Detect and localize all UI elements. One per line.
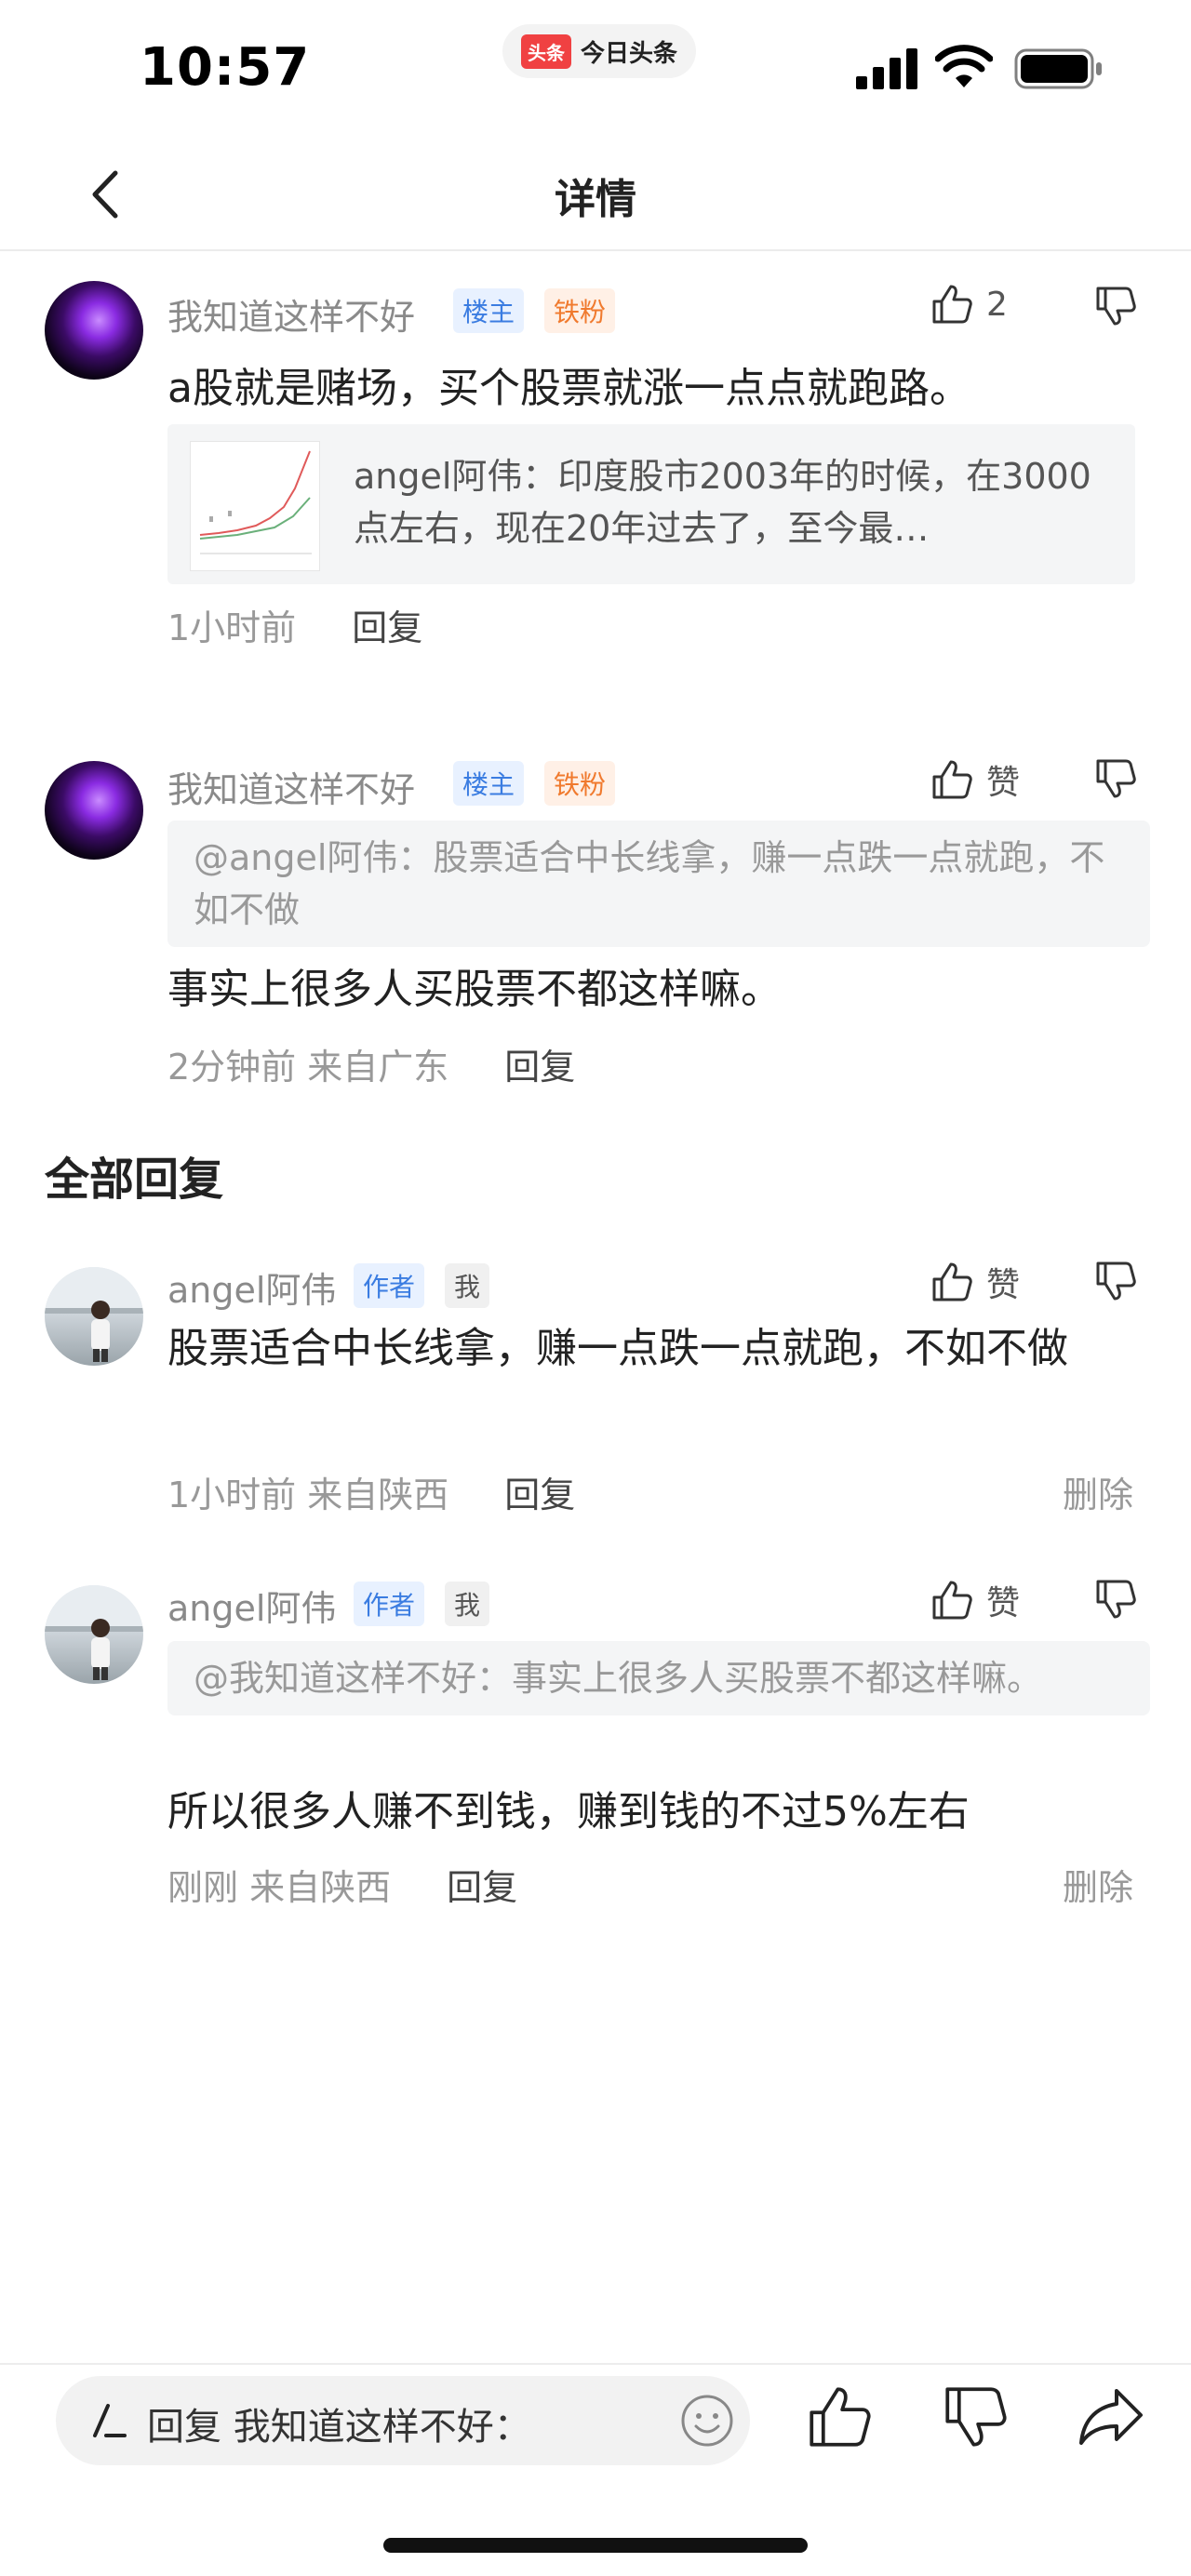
pen-icon [93,2404,127,2437]
person-avatar-icon [45,1267,143,1362]
like-label: 赞 [986,764,1021,802]
repost-thumbnail [190,441,320,571]
like-button[interactable]: 赞 [930,755,1020,804]
comment-text: 事实上很多人买股票不都这样嘛。 [167,966,782,1013]
reply-button[interactable]: 回复 [504,1466,575,1517]
repost-text: angel阿伟：印度股市2003年的时候，在3000点左右，现在20年过去了，至… [354,456,1091,549]
comment-time: 刚刚 来自陕西 [167,1867,392,1908]
battery-icon [1014,48,1102,89]
reply-button[interactable]: 回复 [504,1038,575,1089]
share-icon[interactable] [1076,2383,1146,2450]
wifi-icon [935,45,993,87]
home-indicator[interactable] [383,2538,808,2553]
chart-thumbnail-icon [199,450,312,554]
repost-card[interactable]: angel阿伟：印度股市2003年的时候，在3000点左右，现在20年过去了，至… [167,424,1135,584]
comment-username[interactable]: 我知道这样不好 [167,288,415,340]
thumbs-down-icon[interactable] [1094,285,1137,327]
fan-tag: 铁粉 [544,288,616,333]
author-tag: 作者 [354,1263,425,1308]
like-button[interactable]: 赞 [930,1576,1020,1624]
author-tag: 作者 [354,1582,425,1626]
app-badge: 头条 [521,33,571,69]
comment-time: 2分钟前 来自广东 [167,1047,449,1088]
like-article-icon[interactable] [806,2383,873,2450]
quoted-comment: @我知道这样不好：事实上很多人买股票不都这样嘛。 [167,1641,1150,1715]
comment-meta: 1小时前 回复 [167,599,422,650]
cellular-signal-icon [856,48,917,89]
avatar[interactable] [45,1585,143,1684]
thumbs-up-icon [932,1581,972,1620]
delete-button[interactable]: 删除 [1063,1466,1133,1517]
like-button[interactable]: 赞 [930,1258,1020,1306]
me-tag: 我 [445,1582,490,1626]
reply-input[interactable]: 回复 我知道这样不好： [56,2376,750,2465]
reply-button[interactable]: 回复 [447,1859,517,1910]
reply-item: angel阿伟 作者 我 赞 股票适合中长线拿，赚一点跌一点就跑，不如不做 1小… [0,1237,1191,1554]
like-count: 2 [986,285,1008,324]
page-title: 详情 [555,176,636,223]
top-comment: 我知道这样不好 楼主 铁粉 2 a股就是赌场，买个股票就涨一点点就跑路。 ang… [0,251,1191,679]
avatar[interactable] [45,1267,143,1366]
comment-time: 1小时前 来自陕西 [167,1475,449,1515]
thumbs-up-icon [932,1262,972,1301]
like-label: 赞 [986,1584,1021,1622]
like-button[interactable]: 2 [930,283,1008,326]
comment-meta: 2分钟前 来自广东 回复 [167,1038,575,1089]
comment-meta: 1小时前 来自陕西 回复 删除 [167,1466,1135,1517]
section-title: 全部回复 [45,1154,224,1206]
avatar[interactable] [45,281,143,380]
app-name: 今日头条 [581,39,678,68]
comment-meta: 刚刚 来自陕西 回复 删除 [167,1859,1135,1910]
avatar[interactable] [45,761,143,860]
owner-tag: 楼主 [453,288,525,333]
thumbs-down-icon[interactable] [1094,757,1137,800]
reply-item: angel阿伟 作者 我 赞 @我知道这样不好：事实上很多人买股票不都这样嘛。 … [0,1555,1191,1928]
comment-time: 1小时前 [167,607,297,648]
thumbs-down-icon[interactable] [1094,1260,1137,1302]
like-label: 赞 [986,1266,1021,1304]
thumbs-down-icon[interactable] [1094,1578,1137,1621]
status-time: 10:57 [140,37,311,98]
me-tag: 我 [445,1263,490,1308]
owner-tag: 楼主 [453,761,525,806]
emoji-icon[interactable] [679,2393,735,2449]
reply-placeholder: 回复 我知道这样不好： [147,2406,531,2449]
comment-text: 所以很多人赚不到钱，赚到钱的不过5%左右 [167,1788,970,1835]
thumbs-up-icon [932,285,972,324]
reply-button[interactable]: 回复 [352,599,422,650]
person-avatar-icon [45,1585,143,1680]
status-bar: 10:57 头条 今日头条 [0,0,1191,140]
nav-bar: 详情 [0,140,1191,251]
app-indicator-pill[interactable]: 头条 今日头条 [502,24,697,78]
comment-username[interactable]: angel阿伟 [167,1580,336,1631]
delete-button[interactable]: 删除 [1063,1859,1133,1910]
dislike-article-icon[interactable] [942,2383,1009,2450]
comment-text: 股票适合中长线拿，赚一点跌一点就跑，不如不做 [167,1325,1068,1372]
comment-text: a股就是赌场，买个股票就涨一点点就跑路。 [167,365,970,412]
thumbs-up-icon [932,760,972,799]
comment-username[interactable]: angel阿伟 [167,1261,336,1313]
comment-item: 我知道这样不好 楼主 铁粉 赞 @angel阿伟：股票适合中长线拿，赚一点跌一点… [0,727,1191,1118]
fan-tag: 铁粉 [544,761,616,806]
comment-username[interactable]: 我知道这样不好 [167,761,415,812]
quoted-comment: @angel阿伟：股票适合中长线拿，赚一点跌一点就跑，不如不做 [167,821,1150,947]
